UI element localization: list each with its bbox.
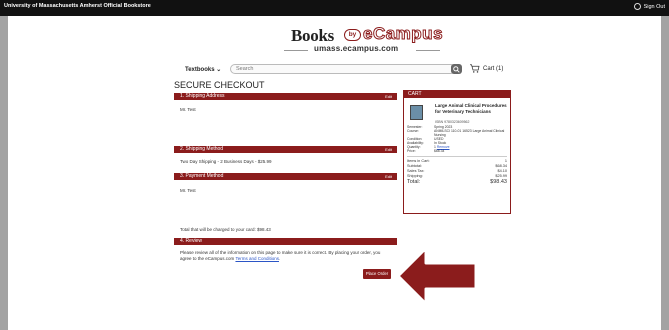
search-button[interactable]	[451, 64, 462, 74]
review-header: 4. Review	[174, 238, 397, 245]
sign-out-link[interactable]: Sign Out	[633, 3, 665, 10]
summary-total: Total: $98.43	[407, 179, 507, 185]
sign-out-label: Sign Out	[643, 3, 665, 10]
terms-and-conditions-link[interactable]: Terms and Conditions	[235, 256, 279, 261]
edit-shipping-address-link[interactable]: Edit	[385, 93, 392, 100]
review-text: Please review all of the information on …	[180, 250, 392, 261]
shipping-method-header: 2. Shipping Method Edit	[174, 146, 397, 153]
book-cover-image	[410, 105, 423, 120]
summary-sales-tax: Sales Tax: $4.10	[407, 169, 507, 173]
store-name: University of Massachusetts Amherst Offi…	[4, 3, 151, 9]
top-bar: University of Massachusetts Amherst Offi…	[0, 0, 669, 16]
total-charged-text: Total that will be charged to your card:…	[180, 227, 271, 232]
cart-header: CART	[404, 91, 510, 98]
book-isbn: ISBN 9780323609562	[435, 120, 470, 124]
shipping-address-name: Mr. Test	[180, 107, 196, 112]
search-input[interactable]: Search	[230, 64, 456, 74]
chevron-down-icon: ⌄	[216, 67, 222, 73]
payment-method-title: 3. Payment Method	[180, 173, 224, 179]
shipping-method-title: 2. Shipping Method	[180, 146, 224, 152]
cart-link[interactable]: Cart (1)	[469, 64, 503, 73]
cart-icon	[470, 64, 480, 73]
user-icon	[633, 3, 641, 10]
logo-by-badge: by	[344, 29, 361, 41]
cart-label: Cart (1)	[483, 65, 504, 72]
logo-domain: umass.ecampus.com	[314, 44, 399, 53]
payment-method-header: 3. Payment Method Edit	[174, 173, 397, 180]
payment-method-name: Mr. Test	[180, 188, 196, 193]
summary-items: Items in Cart: 1	[407, 159, 507, 163]
edit-payment-method-link[interactable]: Edit	[385, 173, 392, 180]
arrow-pointer-icon	[396, 247, 478, 301]
cart-summary: CART Large Animal Clinical Procedures fo…	[403, 90, 511, 214]
summary-subtotal: Subtotal: $68.34	[407, 164, 507, 168]
place-order-button[interactable]: Place Order	[363, 269, 391, 279]
summary-shipping: Shipping: $25.99	[407, 174, 507, 178]
review-period: .	[278, 255, 281, 261]
logo-divider-right	[416, 50, 440, 51]
logo-books: Books	[291, 26, 334, 45]
main-nav: Textbooks ⌄ Search Cart (1)	[173, 64, 513, 78]
page-title: SECURE CHECKOUT	[174, 80, 265, 90]
logo-ecampus: eCampus	[362, 24, 444, 44]
search-icon	[453, 65, 460, 73]
textbooks-label: Textbooks	[185, 67, 215, 73]
shipping-method-value: Two Day Shipping - 2 Business Days - $25…	[180, 159, 272, 164]
logo-divider-left	[284, 50, 308, 51]
book-title: Large Animal Clinical Procedures for Vet…	[435, 103, 507, 114]
bookstore-logo[interactable]: Books by eCampus umass.ecampus.com	[284, 24, 444, 56]
review-title: 4. Review	[180, 238, 202, 244]
shipping-address-title: 1. Shipping Address	[180, 93, 225, 99]
shipping-address-header: 1. Shipping Address Edit	[174, 93, 397, 100]
cart-divider	[407, 156, 507, 157]
edit-shipping-method-link[interactable]: Edit	[385, 146, 392, 153]
textbooks-menu[interactable]: Textbooks ⌄	[185, 66, 221, 73]
page-content: Books by eCampus umass.ecampus.com Textb…	[8, 16, 661, 330]
